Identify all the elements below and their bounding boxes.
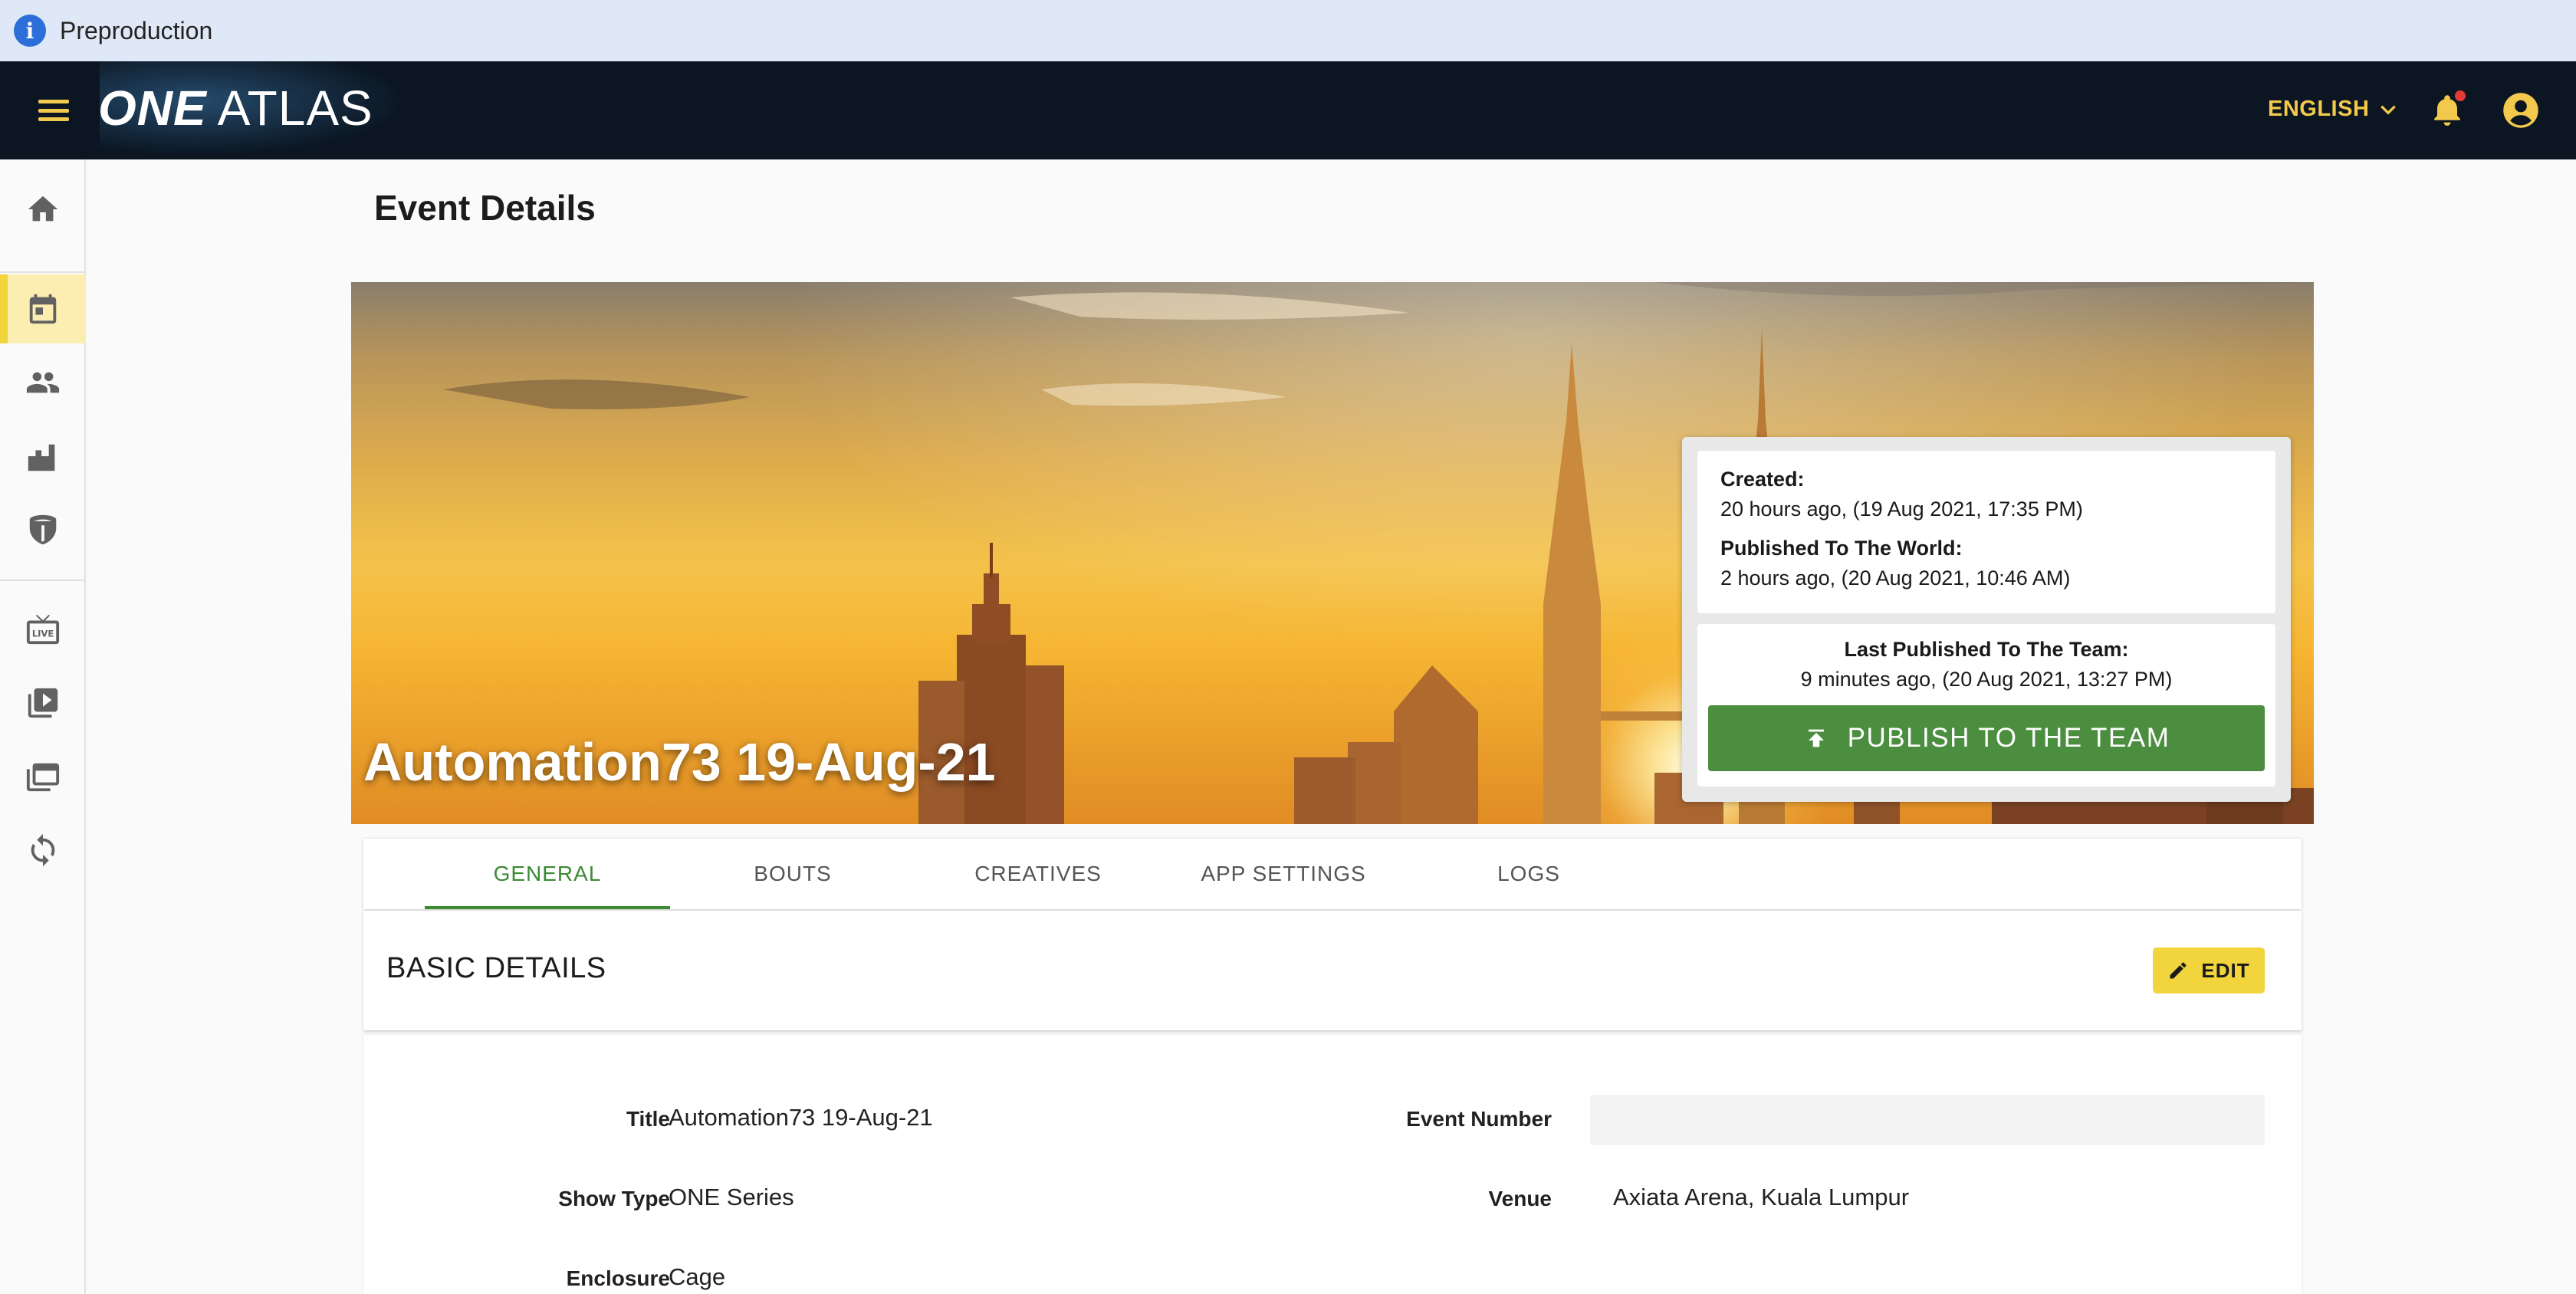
- title-label: Title: [626, 1107, 670, 1131]
- published-team-label: Last Published To The Team:: [1844, 638, 2129, 661]
- tab-label: APP SETTINGS: [1201, 862, 1366, 885]
- title-value: Automation73 19-Aug-21: [669, 1104, 933, 1131]
- side-navigation: LIVE: [0, 159, 86, 1294]
- event-number-label: Event Number: [1406, 1107, 1552, 1131]
- nav-venues[interactable]: [0, 423, 86, 492]
- app-logo[interactable]: ONE ATLAS: [98, 80, 373, 136]
- svg-text:LIVE: LIVE: [32, 629, 54, 639]
- show-type-value: ONE Series: [669, 1184, 794, 1210]
- sync-icon: [31, 833, 55, 867]
- language-label: ENGLISH: [2268, 97, 2370, 121]
- basic-details-header: BASIC DETAILS EDIT: [363, 911, 2302, 1030]
- notification-dot: [2455, 90, 2466, 101]
- nav-videos[interactable]: [0, 668, 86, 737]
- published-team-value: 9 minutes ago, (20 Aug 2021, 13:27 PM): [1800, 668, 2173, 691]
- nav-events[interactable]: [0, 274, 86, 343]
- top-app-bar: ONE ATLAS ENGLISH: [0, 61, 2576, 159]
- tab-bouts[interactable]: BOUTS: [670, 839, 915, 909]
- calendar-icon: [29, 294, 57, 324]
- publish-button-label: PUBLISH TO THE TEAM: [1847, 723, 2170, 753]
- chevron-down-icon: [2380, 105, 2397, 115]
- tab-label: LOGS: [1497, 862, 1560, 885]
- tab-label: GENERAL: [493, 862, 602, 885]
- info-icon: i: [14, 15, 46, 47]
- enclosure-value: Cage: [669, 1263, 726, 1290]
- account-button[interactable]: [2501, 90, 2541, 130]
- gallery-icon: [26, 763, 60, 792]
- logo-primary: ONE: [98, 80, 207, 136]
- created-value: 20 hours ago, (19 Aug 2021, 17:35 PM): [1720, 498, 2083, 521]
- page-title: Event Details: [374, 188, 596, 228]
- tab-label: BOUTS: [754, 862, 832, 885]
- tab-logs[interactable]: LOGS: [1406, 839, 1651, 909]
- basic-details-form: Title Automation73 19-Aug-21 Event Numbe…: [363, 1035, 2302, 1294]
- shield-icon: [29, 514, 57, 545]
- buildings-icon: [28, 444, 55, 471]
- publish-info-card: Created: 20 hours ago, (19 Aug 2021, 17:…: [1682, 437, 2291, 802]
- created-label: Created:: [1720, 468, 1805, 491]
- tab-general[interactable]: GENERAL: [425, 839, 670, 909]
- event-hero-image: Automation73 19-Aug-21 Created: 20 hours…: [351, 282, 2314, 824]
- publish-upload-icon: [1808, 729, 1824, 747]
- publish-to-team-button[interactable]: PUBLISH TO THE TEAM: [1708, 705, 2265, 771]
- publish-history: Created: 20 hours ago, (19 Aug 2021, 17:…: [1697, 451, 2275, 613]
- nav-divider: [0, 271, 86, 273]
- published-world-value: 2 hours ago, (20 Aug 2021, 10:46 AM): [1720, 567, 2071, 590]
- event-title-overlay: Automation73 19-Aug-21: [363, 732, 996, 792]
- tab-creatives[interactable]: CREATIVES: [915, 839, 1161, 909]
- event-number-field: [1590, 1095, 2265, 1145]
- nav-live[interactable]: LIVE: [0, 595, 86, 664]
- tab-label: CREATIVES: [974, 862, 1102, 885]
- nav-divider: [0, 580, 86, 581]
- nav-athletes[interactable]: [0, 348, 86, 417]
- video-library-icon: [28, 688, 58, 718]
- language-selector[interactable]: ENGLISH: [2268, 97, 2398, 122]
- logo-secondary: ATLAS: [217, 80, 373, 136]
- event-tabs: GENERAL BOUTS CREATIVES APP SETTINGS LOG…: [363, 839, 2302, 909]
- team-publish-panel: Last Published To The Team: 9 minutes ag…: [1697, 624, 2275, 787]
- environment-label: Preproduction: [60, 16, 213, 44]
- home-icon: [28, 195, 58, 222]
- nav-home[interactable]: [0, 175, 86, 244]
- venue-label: Venue: [1488, 1187, 1552, 1210]
- notifications-button[interactable]: [2429, 90, 2466, 130]
- people-icon: [26, 372, 60, 393]
- nav-sync[interactable]: [0, 816, 86, 885]
- environment-banner: i Preproduction: [0, 0, 2576, 61]
- nav-teams[interactable]: [0, 495, 86, 564]
- live-tv-icon: LIVE: [26, 614, 60, 645]
- show-type-label: Show Type: [558, 1187, 670, 1210]
- nav-collections[interactable]: [0, 742, 86, 811]
- venue-value: Axiata Arena, Kuala Lumpur: [1613, 1184, 1910, 1210]
- hamburger-menu-icon[interactable]: [34, 94, 74, 127]
- edit-label: EDIT: [2201, 958, 2250, 982]
- published-world-label: Published To The World:: [1720, 537, 1963, 560]
- enclosure-label: Enclosure: [566, 1266, 670, 1290]
- edit-button[interactable]: EDIT: [2153, 948, 2265, 993]
- pencil-icon: [2170, 962, 2187, 979]
- account-circle-icon: [2503, 93, 2538, 128]
- tab-app-settings[interactable]: APP SETTINGS: [1161, 839, 1406, 909]
- section-heading: BASIC DETAILS: [386, 952, 606, 984]
